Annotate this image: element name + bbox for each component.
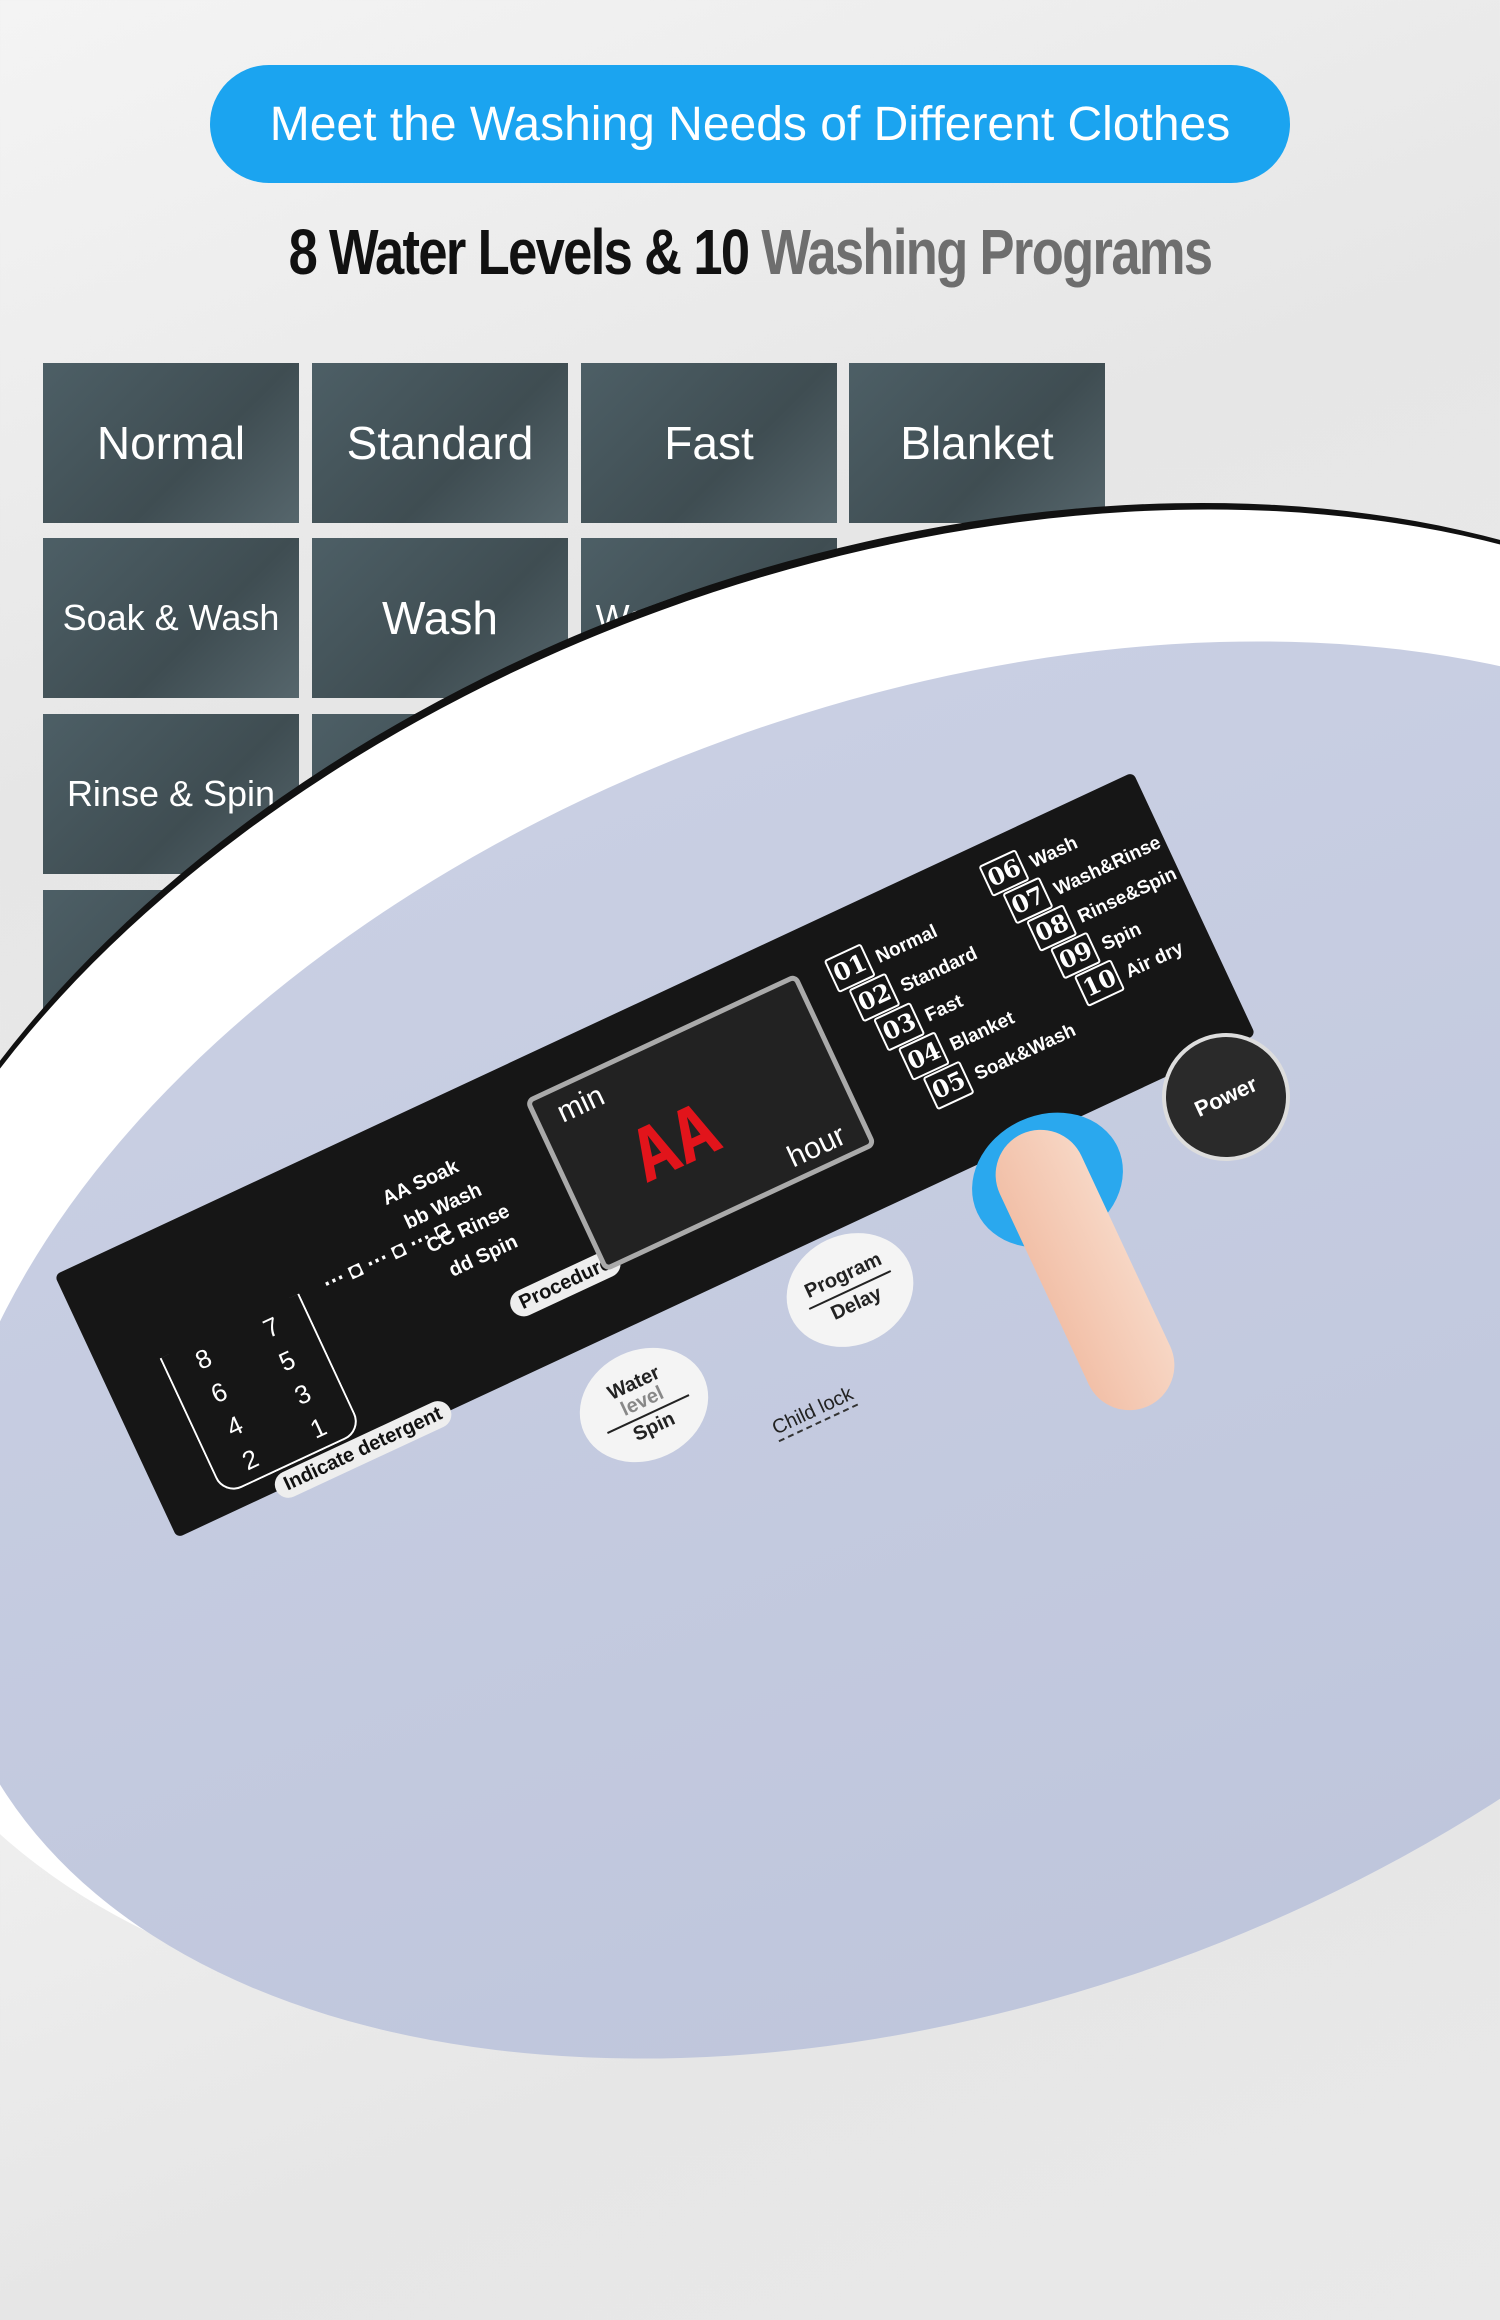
code: CC <box>423 1225 459 1258</box>
program-tile: Soak & Wash <box>43 538 299 698</box>
program-tile: Normal <box>43 363 299 523</box>
display-hour-label: hour <box>782 1118 851 1175</box>
headline-part1: 8 Water Levels & 10 <box>288 216 751 288</box>
program-tile: Blanket <box>849 363 1105 523</box>
headline: 8 Water Levels & 10 Washing Programs <box>135 215 1365 289</box>
code: bb <box>401 1203 433 1234</box>
power-label: Power <box>1190 1071 1261 1122</box>
code: AA <box>378 1178 414 1210</box>
program-tile: Standard <box>312 363 568 523</box>
display-digits: AA <box>617 1086 732 1199</box>
display-min-label: min <box>551 1078 610 1130</box>
banner: Meet the Washing Needs of Different Clot… <box>210 65 1290 183</box>
headline-part2: Washing Programs <box>761 216 1213 288</box>
program-tile: Fast <box>581 363 837 523</box>
procedure-codes: AA Soak bb Wash CC Rinse dd Spin <box>379 1144 530 1302</box>
code: dd <box>445 1251 477 1282</box>
